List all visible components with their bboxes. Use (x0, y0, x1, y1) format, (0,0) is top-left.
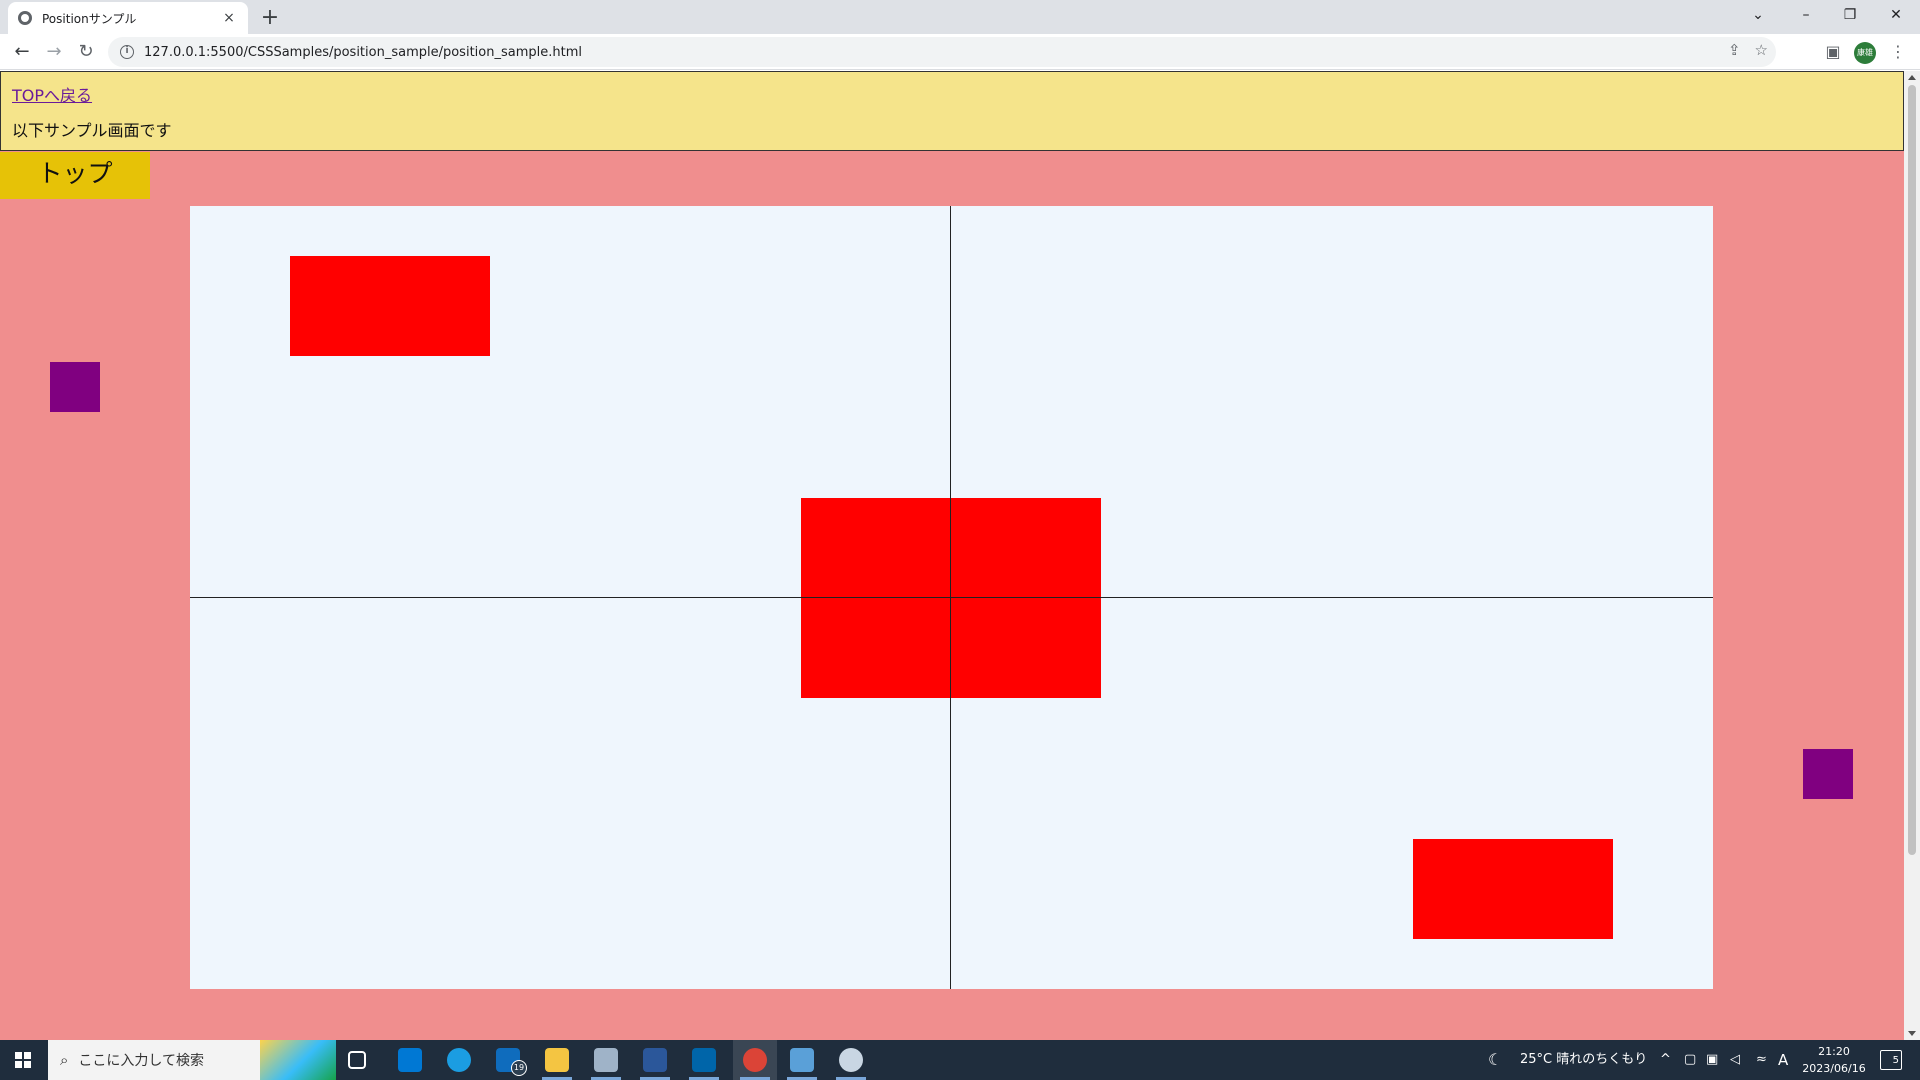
network-share-icon[interactable]: ▣ (1706, 1040, 1718, 1080)
restore-button[interactable]: ❐ (1828, 0, 1872, 30)
taskbar-search[interactable]: ⌕ ここに入力して検索 (48, 1040, 336, 1080)
tab-bar: Positionサンプル × + ⌄ – ❐ ✕ (0, 0, 1920, 34)
browser-tab[interactable]: Positionサンプル × (8, 2, 248, 34)
share-icon[interactable]: ⇪ (1728, 41, 1741, 59)
tray-expand-icon[interactable]: ^ (1660, 1040, 1671, 1080)
mail-badge: 19 (511, 1060, 527, 1076)
search-highlight-icon (260, 1040, 336, 1080)
position-stage (190, 206, 1713, 989)
ime-indicator[interactable]: A (1778, 1040, 1788, 1080)
taskbar: ⌕ ここに入力して検索 19 ☾ 25°C 晴れのちくもり ^ ▢ ▣ ◁ ≈ … (0, 1040, 1920, 1080)
address-bar[interactable]: i 127.0.0.1:5500/CSSSamples/position_sam… (108, 37, 1776, 67)
page-header: TOPへ戻る 以下サンプル画面です (0, 71, 1904, 151)
vscode-icon[interactable] (692, 1048, 716, 1072)
close-tab-button[interactable]: × (220, 10, 238, 26)
new-tab-button[interactable]: + (256, 4, 284, 32)
info-icon[interactable]: i (120, 45, 134, 59)
search-icon: ⌕ (60, 1051, 69, 1069)
menu-icon[interactable]: ⋮ (1888, 38, 1908, 66)
volume-muted-icon[interactable]: ◁ (1730, 1040, 1740, 1080)
weather-icon[interactable]: ☾ (1488, 1040, 1502, 1080)
paint-icon[interactable] (839, 1048, 863, 1072)
notepad-icon[interactable] (790, 1048, 814, 1072)
meet-icon[interactable]: ▢ (1684, 1040, 1696, 1080)
bookmark-star-icon[interactable]: ☆ (1755, 41, 1768, 59)
scroll-down-arrow-icon[interactable] (1908, 1031, 1916, 1036)
weather-text[interactable]: 25°C 晴れのちくもり (1520, 1040, 1647, 1080)
globe-icon (18, 11, 32, 25)
edge-icon[interactable] (447, 1048, 471, 1072)
red-box-bottom-right (1413, 839, 1613, 939)
word-icon[interactable] (643, 1048, 667, 1072)
clock-time: 21:20 (1818, 1045, 1850, 1058)
reload-button[interactable]: ↻ (72, 38, 100, 66)
forward-button[interactable]: → (40, 38, 68, 66)
purple-box-left (50, 362, 100, 412)
clock-date: 2023/06/16 (1802, 1062, 1866, 1075)
notification-icon[interactable]: 5 (1880, 1050, 1902, 1070)
purple-box-right (1803, 749, 1853, 799)
sample-text: 以下サンプル画面です (12, 121, 172, 140)
scroll-up-arrow-icon[interactable] (1908, 75, 1916, 80)
search-placeholder: ここに入力して検索 (78, 1053, 204, 1069)
chrome-icon[interactable] (743, 1048, 767, 1072)
app-icon[interactable] (594, 1048, 618, 1072)
file-explorer-icon[interactable] (545, 1048, 569, 1072)
minimize-button[interactable]: – (1784, 0, 1828, 30)
scrollbar-thumb[interactable] (1908, 85, 1916, 855)
windows-start-icon[interactable] (0, 1040, 46, 1080)
url-text[interactable]: 127.0.0.1:5500/CSSSamples/position_sampl… (144, 45, 582, 60)
top-link[interactable]: TOPへ戻る (12, 82, 1892, 106)
wifi-icon[interactable]: ≈ (1756, 1040, 1767, 1080)
tab-search-icon[interactable]: ⌄ (1736, 0, 1780, 30)
close-window-button[interactable]: ✕ (1874, 0, 1918, 30)
page-viewport: TOPへ戻る 以下サンプル画面です トップ (0, 71, 1904, 1040)
top-block: トップ (0, 152, 150, 199)
task-view-icon[interactable] (348, 1051, 366, 1069)
tab-title: Positionサンプル (42, 11, 137, 26)
side-panel-icon[interactable]: ▣ (1820, 38, 1846, 66)
vertical-scrollbar[interactable] (1904, 71, 1920, 1040)
profile-avatar[interactable]: 康雄 (1854, 42, 1876, 64)
browser-toolbar: ← → ↻ i 127.0.0.1:5500/CSSSamples/positi… (0, 34, 1920, 70)
taskbar-clock[interactable]: 21:20 2023/06/16 (1796, 1043, 1872, 1077)
back-button[interactable]: ← (8, 38, 36, 66)
red-box-top-left (290, 256, 490, 356)
horizontal-center-line (190, 597, 1713, 598)
red-box-center (801, 498, 1101, 698)
store-icon[interactable] (398, 1048, 422, 1072)
